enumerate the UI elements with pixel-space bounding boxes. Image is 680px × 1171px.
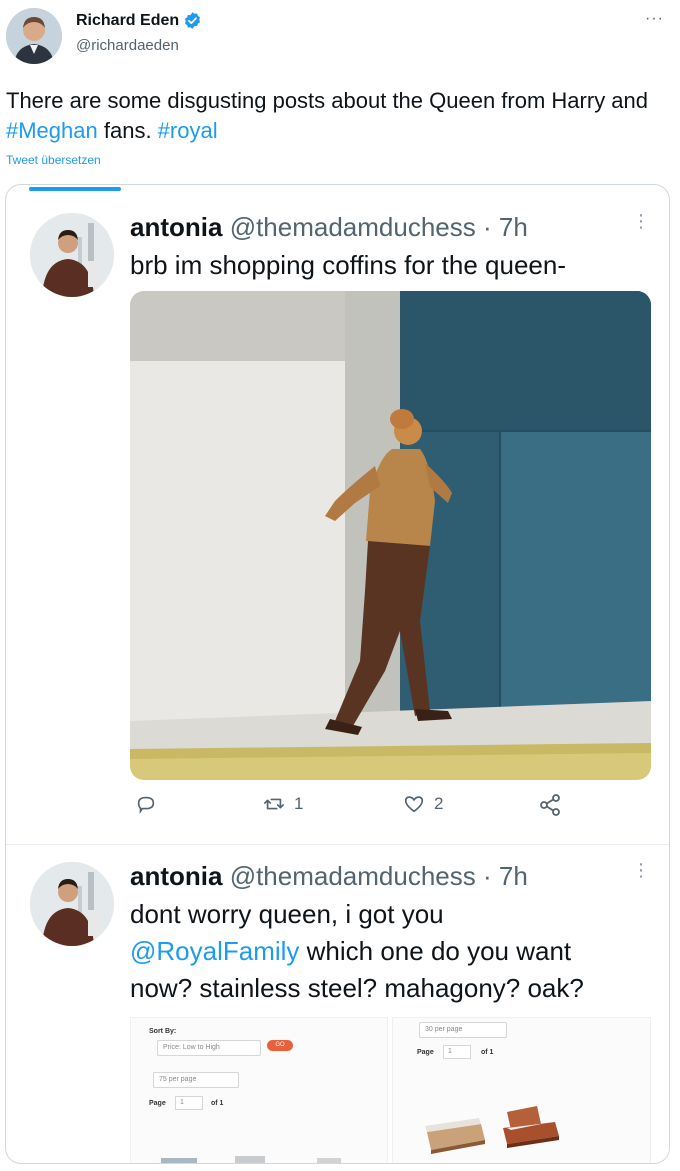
author-name[interactable]: Richard Eden	[76, 12, 179, 30]
reply-icon	[137, 796, 155, 815]
reply-action-button[interactable]	[135, 793, 157, 815]
translate-tweet-link[interactable]: Tweet übersetzen	[6, 153, 101, 167]
product-thumb	[235, 1156, 265, 1163]
reply-author-name[interactable]: antonia	[130, 212, 222, 242]
page-input: 1	[175, 1096, 203, 1110]
reply-avatar	[30, 862, 114, 946]
tweet-text: There are some disgusting posts about th…	[6, 86, 674, 146]
reply-more-icon[interactable]: ⋮	[632, 861, 650, 879]
sort-select: Price: Low to High	[157, 1040, 261, 1056]
per-page-select: 75 per page	[153, 1072, 239, 1088]
page-input: 1	[443, 1045, 471, 1059]
page-label: Page	[149, 1100, 166, 1107]
author-avatar[interactable]	[6, 8, 62, 64]
reply-text-line: dont worry queen, i got you	[130, 899, 444, 929]
heart-icon	[404, 796, 424, 813]
tweet-text-part: There are some disgusting posts about th…	[6, 88, 649, 113]
retweet-icon	[264, 798, 284, 810]
shop-pane-left: Sort By: Price: Low to High GO 75 per pa…	[130, 1017, 388, 1163]
page-label: Page	[417, 1049, 434, 1056]
retweet-action-button[interactable]: 1	[262, 793, 303, 815]
media-progress-indicator	[29, 187, 121, 191]
reply-author-name[interactable]: antonia	[130, 861, 222, 891]
go-button: GO	[267, 1040, 293, 1051]
sort-label: Sort By:	[149, 1028, 177, 1035]
like-action-button[interactable]: 2	[402, 793, 443, 815]
reply-author-meta: @themadamduchess · 7h	[229, 861, 528, 891]
reply-text-line: @RoyalFamily which one do you want	[130, 933, 650, 970]
quoted-media-card[interactable]: antonia @themadamduchess · 7h ⋮ brb im s…	[5, 184, 670, 1164]
per-page-select: 30 per page	[419, 1022, 507, 1038]
reply-author-meta: @themadamduchess · 7h	[229, 212, 528, 242]
product-thumb	[161, 1158, 197, 1163]
page-of-label: of 1	[211, 1100, 224, 1107]
royal-family-mention-link[interactable]: @RoyalFamily	[130, 936, 299, 966]
reply-media-shop-screenshot[interactable]: Sort By: Price: Low to High GO 75 per pa…	[130, 1017, 651, 1163]
reply-text-line: now? stainless steel? mahagony? oak?	[130, 973, 584, 1003]
coffin-product-image	[503, 1106, 559, 1148]
like-count: 2	[434, 794, 444, 813]
reply-more-icon[interactable]: ⋮	[632, 212, 650, 230]
reply-header: antonia @themadamduchess · 7h	[130, 212, 528, 243]
coffin-product-image	[425, 1118, 485, 1154]
share-icon	[540, 794, 560, 816]
page-of-label: of 1	[481, 1049, 494, 1056]
reply-divider	[6, 844, 669, 845]
reply-header: antonia @themadamduchess · 7h	[130, 861, 528, 892]
reply-actions-bar: 1 2	[130, 793, 650, 823]
more-icon[interactable]: ···	[645, 10, 664, 28]
hashtag-meghan-link[interactable]: #Meghan	[6, 118, 98, 143]
author-handle[interactable]: @richardaeden	[76, 37, 179, 54]
share-action-button[interactable]	[538, 793, 562, 817]
reply-avatar	[30, 213, 114, 297]
reply-text: dont worry queen, i got you @RoyalFamily…	[130, 896, 650, 1007]
product-thumb	[317, 1158, 341, 1163]
reply-text-part: which one do you want	[299, 936, 572, 966]
retweet-count: 1	[294, 794, 304, 813]
tweet-text-part: fans.	[97, 118, 158, 143]
shop-pane-right: 30 per page Page 1 of 1	[392, 1017, 651, 1163]
hashtag-royal-link[interactable]: #royal	[158, 118, 218, 143]
reply-text: brb im shopping coffins for the queen-	[130, 250, 567, 280]
verified-badge-icon	[185, 12, 201, 29]
reply-media-image[interactable]	[130, 291, 651, 780]
